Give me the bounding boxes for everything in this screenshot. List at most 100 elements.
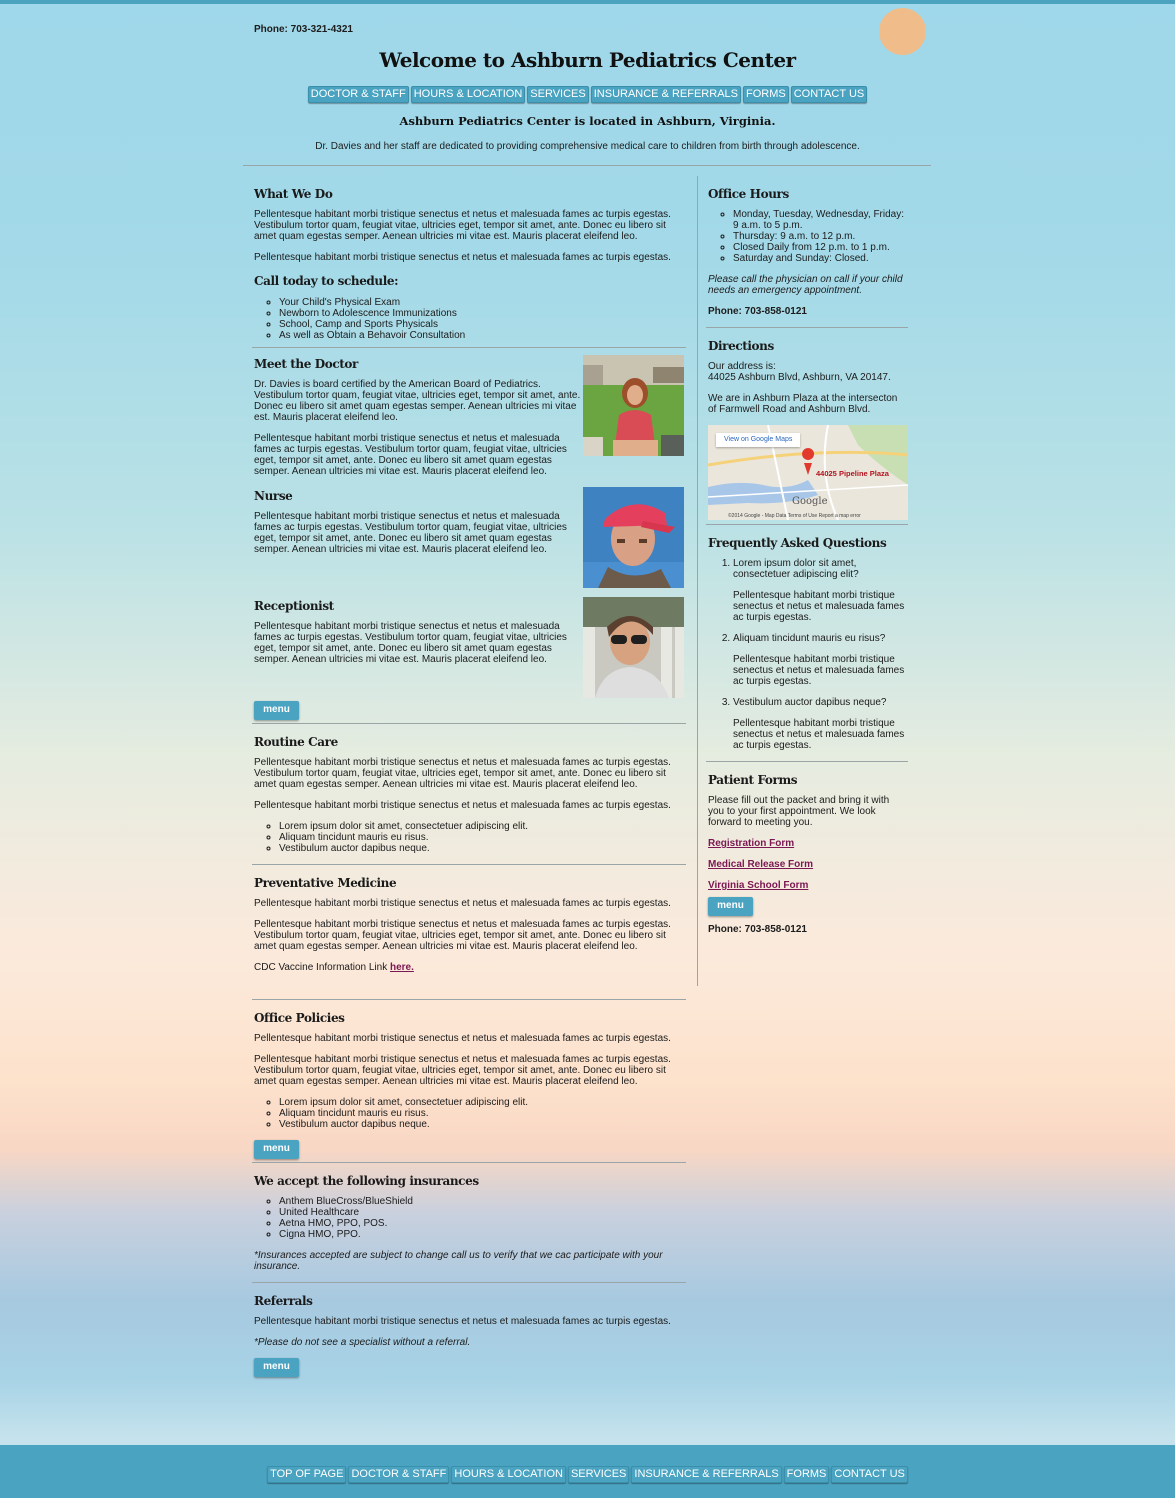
list-item: School, Camp and Sports Physicals — [279, 319, 686, 330]
faq-question: Vestibulum auctor dapibus neque? — [733, 697, 887, 708]
section-title: Frequently Asked Questions — [708, 536, 887, 550]
faq-answer: Pellentesque habitant morbi tristique se… — [733, 718, 905, 751]
form-link-medical-release[interactable]: Medical Release Form — [708, 859, 908, 870]
section-title: Meet the Doctor — [254, 357, 358, 371]
faq-item: Lorem ipsum dolor sit amet, consectetuer… — [733, 558, 908, 623]
doctor-photo — [583, 355, 684, 456]
receptionist-photo — [583, 597, 684, 698]
section-title: Preventative Medicine — [254, 876, 397, 890]
top-accent-bar — [0, 0, 1175, 4]
cdc-text: CDC Vaccine Information Link — [254, 962, 388, 973]
menu-button-1[interactable]: menu — [254, 701, 299, 720]
sidebar-phone: Phone: 703-858-0121 — [708, 306, 807, 317]
section-title: Referrals — [254, 1294, 313, 1308]
list-item: Lorem ipsum dolor sit amet, consectetuer… — [279, 1097, 686, 1108]
receptionist-section: Receptionist Pellentesque habitant morbi… — [254, 597, 686, 700]
location-heading: Ashburn Pediatrics Center is located in … — [399, 114, 776, 128]
doctor-section: Meet the Doctor Dr. Davies is board cert… — [252, 347, 686, 488]
insurance-note: *Insurances accepted are subject to chan… — [254, 1250, 663, 1272]
footer-nav-doctor-staff[interactable]: DOCTOR & STAFF — [348, 1466, 450, 1483]
nurse-section: Nurse Pellentesque habitant morbi tristi… — [254, 487, 686, 598]
paragraph: Pellentesque habitant morbi tristique se… — [254, 1033, 671, 1044]
footer-nav-forms[interactable]: FORMS — [783, 1466, 830, 1483]
faq-item: Vestibulum auctor dapibus neque? Pellente… — [733, 697, 908, 751]
footer-nav-top[interactable]: TOP OF PAGE — [267, 1466, 347, 1483]
map-copyright: ©2014 Google - Map Data Terms of Use Rep… — [728, 513, 861, 519]
list-item: United Healthcare — [279, 1207, 686, 1218]
google-logo: Google — [792, 496, 828, 507]
referral-note: *Please do not see a specialist without … — [254, 1337, 471, 1348]
nav-hours-location[interactable]: HOURS & LOCATION — [410, 86, 526, 103]
list-item: Monday, Tuesday, Wednesday, Friday: 9 a.… — [733, 209, 908, 231]
routine-list: Lorem ipsum dolor sit amet, consectetuer… — [254, 821, 686, 854]
paragraph: Dr. Davies is board certified by the Ame… — [254, 379, 581, 423]
office-hours-section: Office Hours Monday, Tuesday, Wednesday,… — [708, 186, 908, 317]
cdc-paragraph: CDC Vaccine Information Link here. — [254, 962, 686, 973]
list-item: Lorem ipsum dolor sit amet, consectetuer… — [279, 821, 686, 832]
tagline: Dr. Davies and her staff are dedicated t… — [315, 141, 860, 152]
cdc-link[interactable]: here. — [390, 962, 414, 973]
google-map[interactable]: View on Google Maps 44025 Pipeline Plaza… — [708, 425, 908, 520]
list-item: Aliquam tincidunt mauris eu risus. — [279, 1108, 686, 1119]
list-item: Aliquam tincidunt mauris eu risus. — [279, 832, 686, 843]
forms-intro: Please fill out the packet and bring it … — [708, 795, 890, 828]
paragraph: Pellentesque habitant morbi tristique se… — [254, 209, 671, 242]
emergency-note: Please call the physician on call if you… — [708, 274, 903, 296]
section-title: Routine Care — [254, 735, 338, 749]
form-link-virginia-school[interactable]: Virginia School Form — [708, 880, 908, 891]
policies-list: Lorem ipsum dolor sit amet, consectetuer… — [254, 1097, 686, 1130]
header-phone: Phone: 703-321-4321 — [254, 24, 353, 35]
footer-nav-services[interactable]: SERVICES — [567, 1466, 630, 1483]
section-title: Patient Forms — [708, 773, 798, 787]
list-item: Vestibulum auctor dapibus neque. — [279, 843, 686, 854]
nav-forms[interactable]: FORMS — [743, 86, 789, 103]
address: 44025 Ashburn Blvd, Ashburn, VA 20147. — [708, 372, 891, 383]
section-title: Office Hours — [708, 187, 789, 201]
list-item: Your Child's Physical Exam — [279, 297, 686, 308]
faq-answer: Pellentesque habitant morbi tristique se… — [733, 654, 905, 687]
directions-description: We are in Ashburn Plaza at the intersect… — [708, 393, 898, 415]
nav-services[interactable]: SERVICES — [527, 86, 589, 103]
address-paragraph: Our address is: 44025 Ashburn Blvd, Ashbu… — [708, 361, 908, 383]
nav-doctor-staff[interactable]: DOCTOR & STAFF — [307, 86, 409, 103]
section-title: Receptionist — [254, 599, 334, 613]
menu-button-2[interactable]: menu — [254, 1140, 299, 1159]
form-link-registration[interactable]: Registration Form — [708, 838, 908, 849]
list-item: Newborn to Adolescence Immunizations — [279, 308, 686, 319]
forms-phone: Phone: 703-858-0121 — [708, 924, 807, 935]
schedule-list: Your Child's Physical Exam Newborn to Ad… — [254, 297, 686, 341]
nav-insurance-referrals[interactable]: INSURANCE & REFERRALS — [590, 86, 741, 103]
view-on-google-maps-button[interactable]: View on Google Maps — [716, 433, 801, 447]
footer-nav-contact-us[interactable]: CONTACT US — [831, 1466, 908, 1483]
nav-contact-us[interactable]: CONTACT US — [790, 86, 868, 103]
faq-question: Lorem ipsum dolor sit amet, consectetuer… — [733, 558, 859, 580]
paragraph: Pellentesque habitant morbi tristique se… — [254, 757, 671, 790]
list-item: Vestibulum auctor dapibus neque. — [279, 1119, 686, 1130]
footer-nav-insurance-referrals[interactable]: INSURANCE & REFERRALS — [631, 1466, 782, 1483]
faq-list: Lorem ipsum dolor sit amet, consectetuer… — [708, 558, 908, 751]
paragraph: Pellentesque habitant morbi tristique se… — [254, 919, 671, 952]
address-label: Our address is: — [708, 361, 776, 372]
paragraph: Pellentesque habitant morbi tristique se… — [254, 511, 567, 555]
policies-section: Office Policies Pellentesque habitant mo… — [252, 999, 686, 1162]
preventative-section: Preventative Medicine Pellentesque habit… — [252, 864, 686, 999]
section-title: Office Policies — [254, 1011, 345, 1025]
menu-button-3[interactable]: menu — [254, 1358, 299, 1377]
what-we-do-section: What We Do Pellentesque habitant morbi t… — [254, 186, 686, 341]
paragraph: Pellentesque habitant morbi tristique se… — [254, 433, 567, 477]
footer-nav-hours-location[interactable]: HOURS & LOCATION — [451, 1466, 566, 1483]
faq-answer: Pellentesque habitant morbi tristique se… — [733, 590, 905, 623]
main-column: What We Do Pellentesque habitant morbi t… — [252, 186, 686, 1377]
paragraph: Pellentesque habitant morbi tristique se… — [254, 800, 671, 811]
list-item: Thursday: 9 a.m. to 12 p.m. — [733, 231, 908, 242]
paragraph: Pellentesque habitant morbi tristique se… — [254, 1054, 671, 1087]
menu-button-sidebar[interactable]: menu — [708, 897, 753, 916]
top-nav: DOCTOR & STAFF HOURS & LOCATION SERVICES… — [0, 86, 1175, 103]
insurances-section: We accept the following insurances Anthe… — [252, 1162, 686, 1272]
section-title: Nurse — [254, 489, 293, 503]
list-item: Anthem BlueCross/BlueShield — [279, 1196, 686, 1207]
column-divider — [697, 176, 698, 986]
schedule-title: Call today to schedule: — [254, 274, 399, 288]
directions-section: Directions Our address is: 44025 Ashburn … — [706, 327, 908, 520]
insurances-list: Anthem BlueCross/BlueShield United Healt… — [254, 1196, 686, 1240]
